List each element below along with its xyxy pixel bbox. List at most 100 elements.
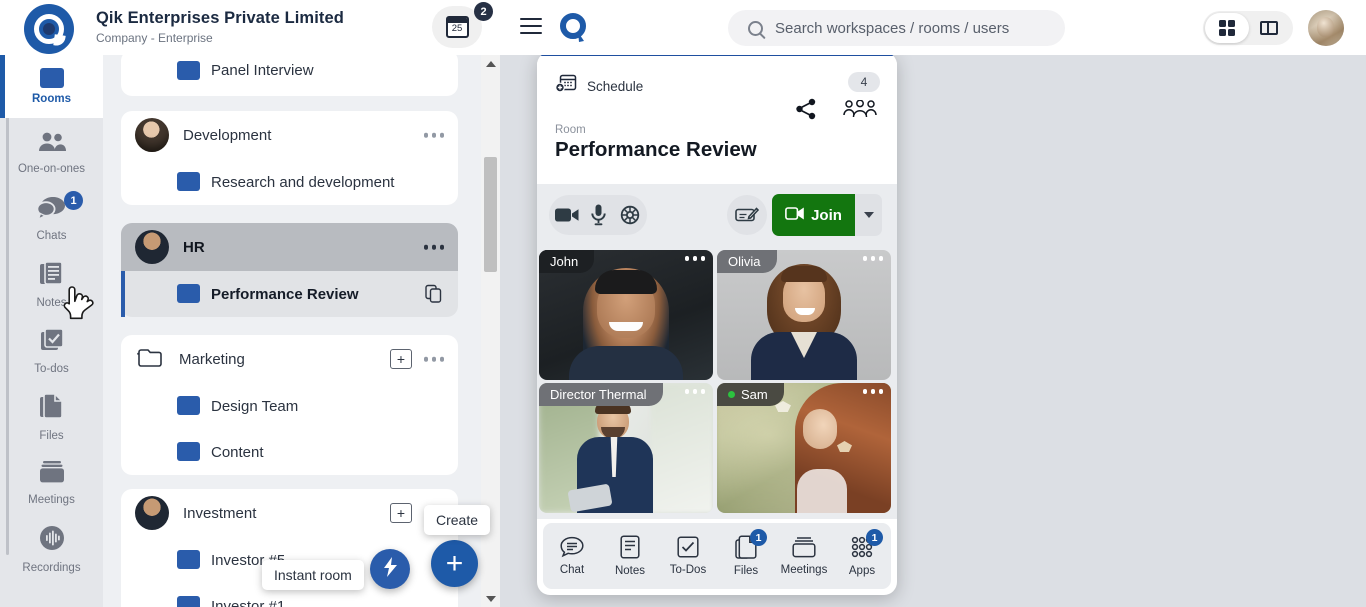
schedule-label: Schedule xyxy=(587,79,644,94)
page-title: Performance Review xyxy=(555,138,757,161)
rooms-icon xyxy=(39,68,64,88)
copy-icon[interactable] xyxy=(425,284,442,304)
share-icon[interactable] xyxy=(795,98,817,125)
room-detail-card: Schedule 4 Room Performance Review Join … xyxy=(537,52,897,595)
room-color-swatch xyxy=(177,442,200,461)
microphone-icon[interactable] xyxy=(591,204,607,226)
sidebar-item-rooms[interactable]: Rooms xyxy=(0,55,103,118)
room-color-swatch xyxy=(177,550,200,569)
join-button[interactable]: Join xyxy=(772,194,855,236)
more-options-icon[interactable] xyxy=(684,389,705,394)
company-subtitle: Company - Enterprise xyxy=(96,31,213,45)
room-name: Design Team xyxy=(211,397,299,415)
sidebar-item-label: Files xyxy=(39,429,64,442)
sidebar-item-meetings[interactable]: Meetings xyxy=(0,451,103,514)
tile-name: Sam xyxy=(717,383,784,406)
tab-files[interactable]: Files 1 xyxy=(719,529,773,577)
more-options-icon[interactable] xyxy=(684,256,705,261)
panel-view-icon[interactable] xyxy=(1247,13,1291,43)
chats-badge: 1 xyxy=(64,191,83,210)
qik-logo-icon xyxy=(24,4,74,54)
q-brand-icon[interactable] xyxy=(558,12,590,44)
join-control: Join xyxy=(772,194,882,236)
group-header[interactable]: Marketing + xyxy=(121,335,458,383)
list-item[interactable]: Design Team xyxy=(121,383,458,429)
sidebar-item-todos[interactable]: To-dos xyxy=(0,319,103,382)
list-item[interactable]: Panel Interview xyxy=(121,55,458,91)
todos-icon xyxy=(39,327,65,358)
tab-apps[interactable]: Apps 1 xyxy=(835,529,889,577)
sidebar-item-label: One-on-ones xyxy=(17,162,86,175)
add-room-button[interactable]: + xyxy=(390,503,412,523)
video-camera-icon[interactable] xyxy=(555,207,579,223)
tile-name-text: Sam xyxy=(741,387,768,402)
more-options-icon[interactable] xyxy=(862,256,883,261)
notes-icon xyxy=(39,260,65,292)
room-name: Investor #1 xyxy=(211,597,286,607)
group-header[interactable]: HR xyxy=(121,223,458,271)
list-item[interactable]: Research and development xyxy=(121,159,458,205)
instant-room-button[interactable] xyxy=(370,549,410,589)
more-options-icon[interactable] xyxy=(423,244,444,250)
hamburger-menu-icon[interactable] xyxy=(520,18,542,36)
more-options-icon[interactable] xyxy=(423,356,444,362)
sidebar-item-recordings[interactable]: Recordings xyxy=(0,517,103,580)
list-item[interactable]: Content xyxy=(121,429,458,475)
room-kicker: Room xyxy=(555,124,586,136)
grid-view-icon[interactable] xyxy=(1205,13,1249,43)
tile-name: Olivia xyxy=(717,250,777,273)
scroll-down-arrow-icon[interactable] xyxy=(481,590,500,607)
room-group-marketing: Marketing + Design Team Content xyxy=(121,335,458,475)
recordings-icon xyxy=(38,524,66,557)
notes-icon xyxy=(620,535,640,559)
video-camera-icon xyxy=(785,206,804,224)
search-input[interactable]: Search workspaces / rooms / users xyxy=(728,10,1065,46)
participant-tile[interactable]: Sam xyxy=(717,383,891,513)
lightning-bolt-icon xyxy=(382,556,399,582)
brand-area: Qik Enterprises Private Limited Company … xyxy=(0,0,500,55)
participant-tile[interactable]: Olivia xyxy=(717,250,891,380)
group-header[interactable]: Development xyxy=(121,111,458,159)
sidebar-item-chats[interactable]: Chats 1 xyxy=(0,187,103,250)
more-options-icon[interactable] xyxy=(862,389,883,394)
whiteboard-icon[interactable] xyxy=(727,195,767,235)
tab-label: Notes xyxy=(614,565,646,577)
create-button[interactable]: + xyxy=(431,540,478,587)
tab-notes[interactable]: Notes xyxy=(603,535,657,577)
files-badge: 1 xyxy=(750,529,767,546)
schedule-button[interactable]: Schedule xyxy=(555,74,643,99)
sidebar-item-one-on-ones[interactable]: One-on-ones xyxy=(0,121,103,184)
list-item-selected[interactable]: Performance Review xyxy=(121,271,458,317)
scroll-up-arrow-icon[interactable] xyxy=(481,55,500,72)
tab-todos[interactable]: To-Dos xyxy=(661,536,715,576)
tab-chat[interactable]: Chat xyxy=(545,536,599,576)
apps-badge: 1 xyxy=(866,529,883,546)
more-options-icon[interactable] xyxy=(423,132,444,138)
add-room-button[interactable]: + xyxy=(390,349,412,369)
avatar xyxy=(135,230,169,264)
sidebar-item-files[interactable]: Files xyxy=(0,385,103,448)
list-scrollbar-thumb[interactable] xyxy=(484,157,497,272)
room-color-swatch xyxy=(177,172,200,191)
chevron-down-icon[interactable] xyxy=(855,194,882,236)
folder-icon xyxy=(135,347,165,371)
participant-tile[interactable]: John xyxy=(539,250,713,380)
group-header[interactable]: Investment + xyxy=(121,489,458,537)
chats-icon xyxy=(35,196,67,225)
room-color-swatch xyxy=(177,61,200,80)
sidebar-item-notes[interactable]: Notes xyxy=(0,253,103,316)
group-name: Marketing xyxy=(179,350,245,368)
room-controls-bar: Join xyxy=(537,184,897,246)
room-color-swatch xyxy=(177,596,200,607)
participant-tile[interactable]: Director Thermal xyxy=(539,383,713,513)
gear-icon[interactable] xyxy=(619,204,641,226)
user-avatar[interactable] xyxy=(1308,10,1344,46)
instant-room-tooltip: Instant room xyxy=(262,560,364,590)
todos-icon xyxy=(677,536,699,558)
tab-meetings[interactable]: Meetings xyxy=(777,536,831,576)
people-group-icon[interactable] xyxy=(843,99,877,125)
app-root: Qik Enterprises Private Limited Company … xyxy=(0,0,1366,607)
company-name: Qik Enterprises Private Limited xyxy=(96,9,344,27)
top-header: Qik Enterprises Private Limited Company … xyxy=(0,0,1366,55)
avatar xyxy=(135,496,169,530)
